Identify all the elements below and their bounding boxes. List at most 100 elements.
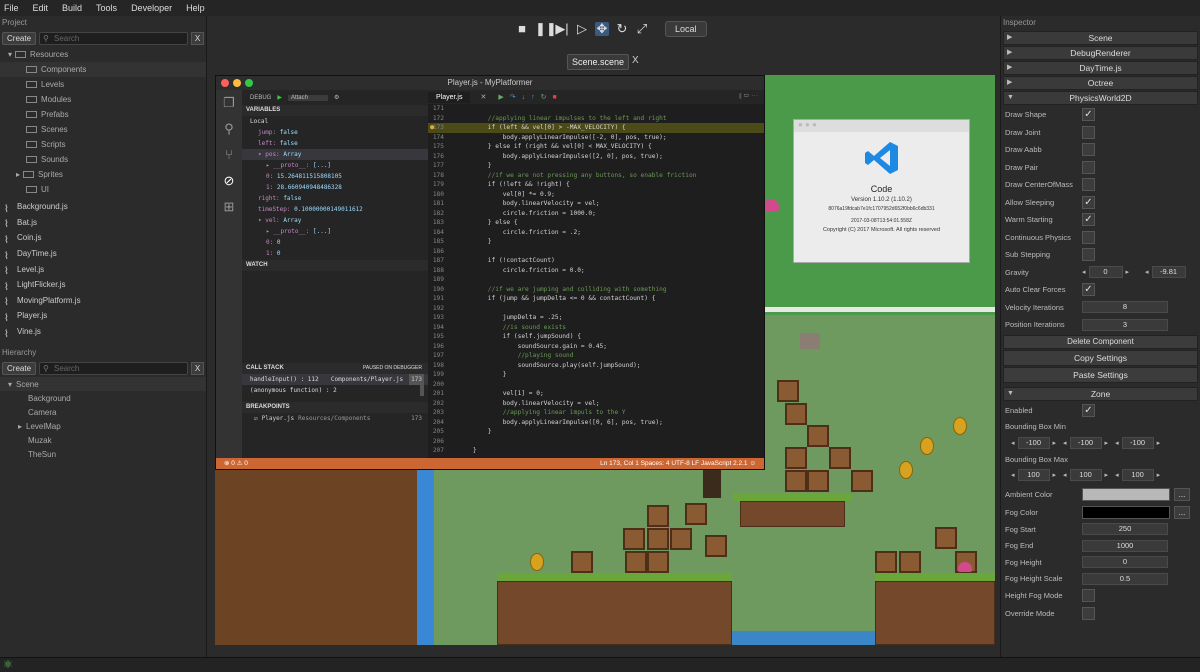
checkbox-icon[interactable]: ☑: [254, 413, 258, 424]
stop-debug-icon[interactable]: ■: [552, 94, 556, 101]
decrement-icon[interactable]: ◂: [1063, 439, 1067, 447]
hierarchy-item[interactable]: TheSun: [0, 447, 206, 461]
code-line[interactable]: 194 //is sound exists: [428, 323, 764, 333]
option-checkbox[interactable]: ✓: [1082, 108, 1095, 122]
hierarchy-search-input[interactable]: Search: [39, 362, 188, 376]
continue-icon[interactable]: ▶: [498, 93, 503, 101]
code-line[interactable]: 175 } else if (right && vel[0] < MAX_VEL…: [428, 142, 764, 152]
hierarchy-item[interactable]: ▸ LevelMap: [0, 419, 206, 433]
menu-item[interactable]: Developer: [131, 3, 172, 13]
scene-tab-close-button[interactable]: X: [632, 55, 639, 66]
decrement-icon[interactable]: ◂: [1011, 471, 1015, 479]
variable-row[interactable]: jump: false: [242, 127, 428, 138]
code-line[interactable]: 191 if (jump && jumpDelta <= 0 && contac…: [428, 294, 764, 304]
script-item[interactable]: ⌇ Vine.js: [0, 324, 206, 340]
code-line[interactable]: 179 if (!left && !right) {: [428, 180, 764, 190]
fog-color-picker-button[interactable]: ...: [1174, 505, 1190, 519]
increment-icon[interactable]: ▸: [1157, 471, 1161, 479]
folder-item[interactable]: ▾ Resources: [0, 47, 206, 62]
variable-row[interactable]: timeStep: 0.10000000149011612: [242, 204, 428, 215]
hierarchy-item[interactable]: ▾ Scene: [0, 377, 206, 392]
copy-settings-button[interactable]: Copy Settings: [1003, 349, 1198, 366]
variable-row[interactable]: 0: 15.264811515808105: [242, 171, 428, 182]
code-line[interactable]: 186: [428, 247, 764, 257]
code-line[interactable]: 185 }: [428, 237, 764, 247]
fog-field[interactable]: 0: [1082, 556, 1168, 569]
restart-icon[interactable]: ↻: [541, 93, 547, 101]
code-line[interactable]: 188 circle.friction = 0.0;: [428, 266, 764, 276]
folder-item[interactable]: Components: [0, 62, 206, 77]
pause-icon[interactable]: ❚❚: [535, 22, 557, 36]
code-line[interactable]: 183 } else {: [428, 218, 764, 228]
option-checkbox[interactable]: [1082, 230, 1095, 244]
code-line[interactable]: 203 //applying linear impuls to the Y: [428, 408, 764, 418]
code-line[interactable]: 196 soundSource.gain = 0.45;: [428, 342, 764, 352]
code-line[interactable]: 192: [428, 304, 764, 314]
decrement-icon[interactable]: ◂: [1063, 471, 1067, 479]
folder-item[interactable]: Modules: [0, 92, 206, 107]
code-line[interactable]: 180 vel[0] *= 0.9;: [428, 190, 764, 200]
hierarchy-search-clear-button[interactable]: X: [191, 362, 204, 376]
position-iterations-field[interactable]: 3: [1082, 318, 1168, 331]
bbmin-field[interactable]: -100: [1069, 436, 1102, 449]
variable-row[interactable]: right: false: [242, 193, 428, 204]
step-out-icon[interactable]: ↑: [531, 94, 535, 101]
menu-item[interactable]: Edit: [33, 3, 49, 13]
step-into-icon[interactable]: ↓: [522, 94, 526, 101]
folder-item[interactable]: Prefabs: [0, 107, 206, 122]
section-header[interactable]: Octree: [1003, 76, 1198, 90]
variables-header[interactable]: VARIABLES: [242, 105, 428, 116]
code-line[interactable]: 204 body.applyLinearImpulse([0, 6], pos,…: [428, 418, 764, 428]
increment-icon[interactable]: ▸: [1157, 439, 1161, 447]
code-line[interactable]: 205 }: [428, 427, 764, 437]
code-line[interactable]: 177 }: [428, 161, 764, 171]
explorer-icon[interactable]: ❐: [216, 90, 242, 116]
watch-header[interactable]: WATCH: [242, 260, 428, 271]
option-checkbox[interactable]: [1082, 143, 1095, 157]
decrement-icon[interactable]: ◂: [1145, 268, 1149, 276]
script-item[interactable]: ⌇ MovingPlatform.js: [0, 293, 206, 309]
option-checkbox[interactable]: ✓: [1082, 195, 1095, 209]
code-line[interactable]: 197 //playing sound: [428, 351, 764, 361]
editor-status[interactable]: Ln 173, Col 1 Spaces: 4 UTF-8 LF JavaScr…: [600, 458, 756, 469]
menu-item[interactable]: Tools: [96, 3, 117, 13]
code-line[interactable]: 171: [428, 104, 764, 114]
script-item[interactable]: ⌇ Bat.js: [0, 215, 206, 231]
decrement-icon[interactable]: ◂: [1011, 439, 1015, 447]
enabled-checkbox[interactable]: ✓: [1082, 403, 1095, 417]
breakpoints-header[interactable]: BREAKPOINTS: [242, 402, 428, 413]
section-header[interactable]: DebugRenderer: [1003, 46, 1198, 60]
fog-field[interactable]: 1000: [1082, 539, 1168, 552]
fog-field[interactable]: 0.5: [1082, 572, 1168, 585]
close-tab-icon[interactable]: ✕: [480, 93, 486, 101]
script-item[interactable]: ⌇ Player.js: [0, 308, 206, 324]
folder-item[interactable]: ▸ Sprites: [0, 167, 206, 182]
project-search-input[interactable]: Search: [39, 32, 188, 45]
zone-section-header[interactable]: Zone: [1003, 386, 1198, 401]
increment-icon[interactable]: ▸: [1126, 268, 1130, 276]
local-scope[interactable]: Local: [242, 116, 428, 127]
close-window-icon[interactable]: [221, 79, 229, 87]
variable-row[interactable]: 0: 0: [242, 237, 428, 248]
code-line[interactable]: 190 //if we are jumping and colliding wi…: [428, 285, 764, 295]
code-line[interactable]: 174 body.applyLinearImpulse([-2, 0], pos…: [428, 133, 764, 143]
script-item[interactable]: ⌇ Coin.js: [0, 230, 206, 246]
fog-field[interactable]: 250: [1082, 523, 1168, 536]
chevron-down-icon[interactable]: ▾: [8, 47, 12, 62]
stop-icon[interactable]: ■: [515, 22, 529, 36]
debug-icon[interactable]: ⊘: [216, 168, 242, 194]
debug-settings-icon[interactable]: ⚙: [334, 94, 339, 101]
chevron-right-icon[interactable]: ▸: [16, 167, 20, 182]
velocity-iterations-field[interactable]: 8: [1082, 301, 1168, 314]
code-line[interactable]: 193 jumpDelta = .25;: [428, 313, 764, 323]
folder-item[interactable]: Levels: [0, 77, 206, 92]
code-line[interactable]: 178 //if we are not pressing any buttons…: [428, 171, 764, 181]
hierarchy-item[interactable]: Background: [0, 391, 206, 405]
play-icon[interactable]: ▷: [575, 22, 589, 36]
ambient-color-picker-button[interactable]: ...: [1174, 488, 1190, 502]
menu-item[interactable]: File: [4, 3, 19, 13]
project-create-button[interactable]: Create: [2, 32, 37, 45]
decrement-icon[interactable]: ◂: [1115, 471, 1119, 479]
code-line[interactable]: 199 }: [428, 370, 764, 380]
code-line[interactable]: 182 circle.friction = 1000.0;: [428, 209, 764, 219]
